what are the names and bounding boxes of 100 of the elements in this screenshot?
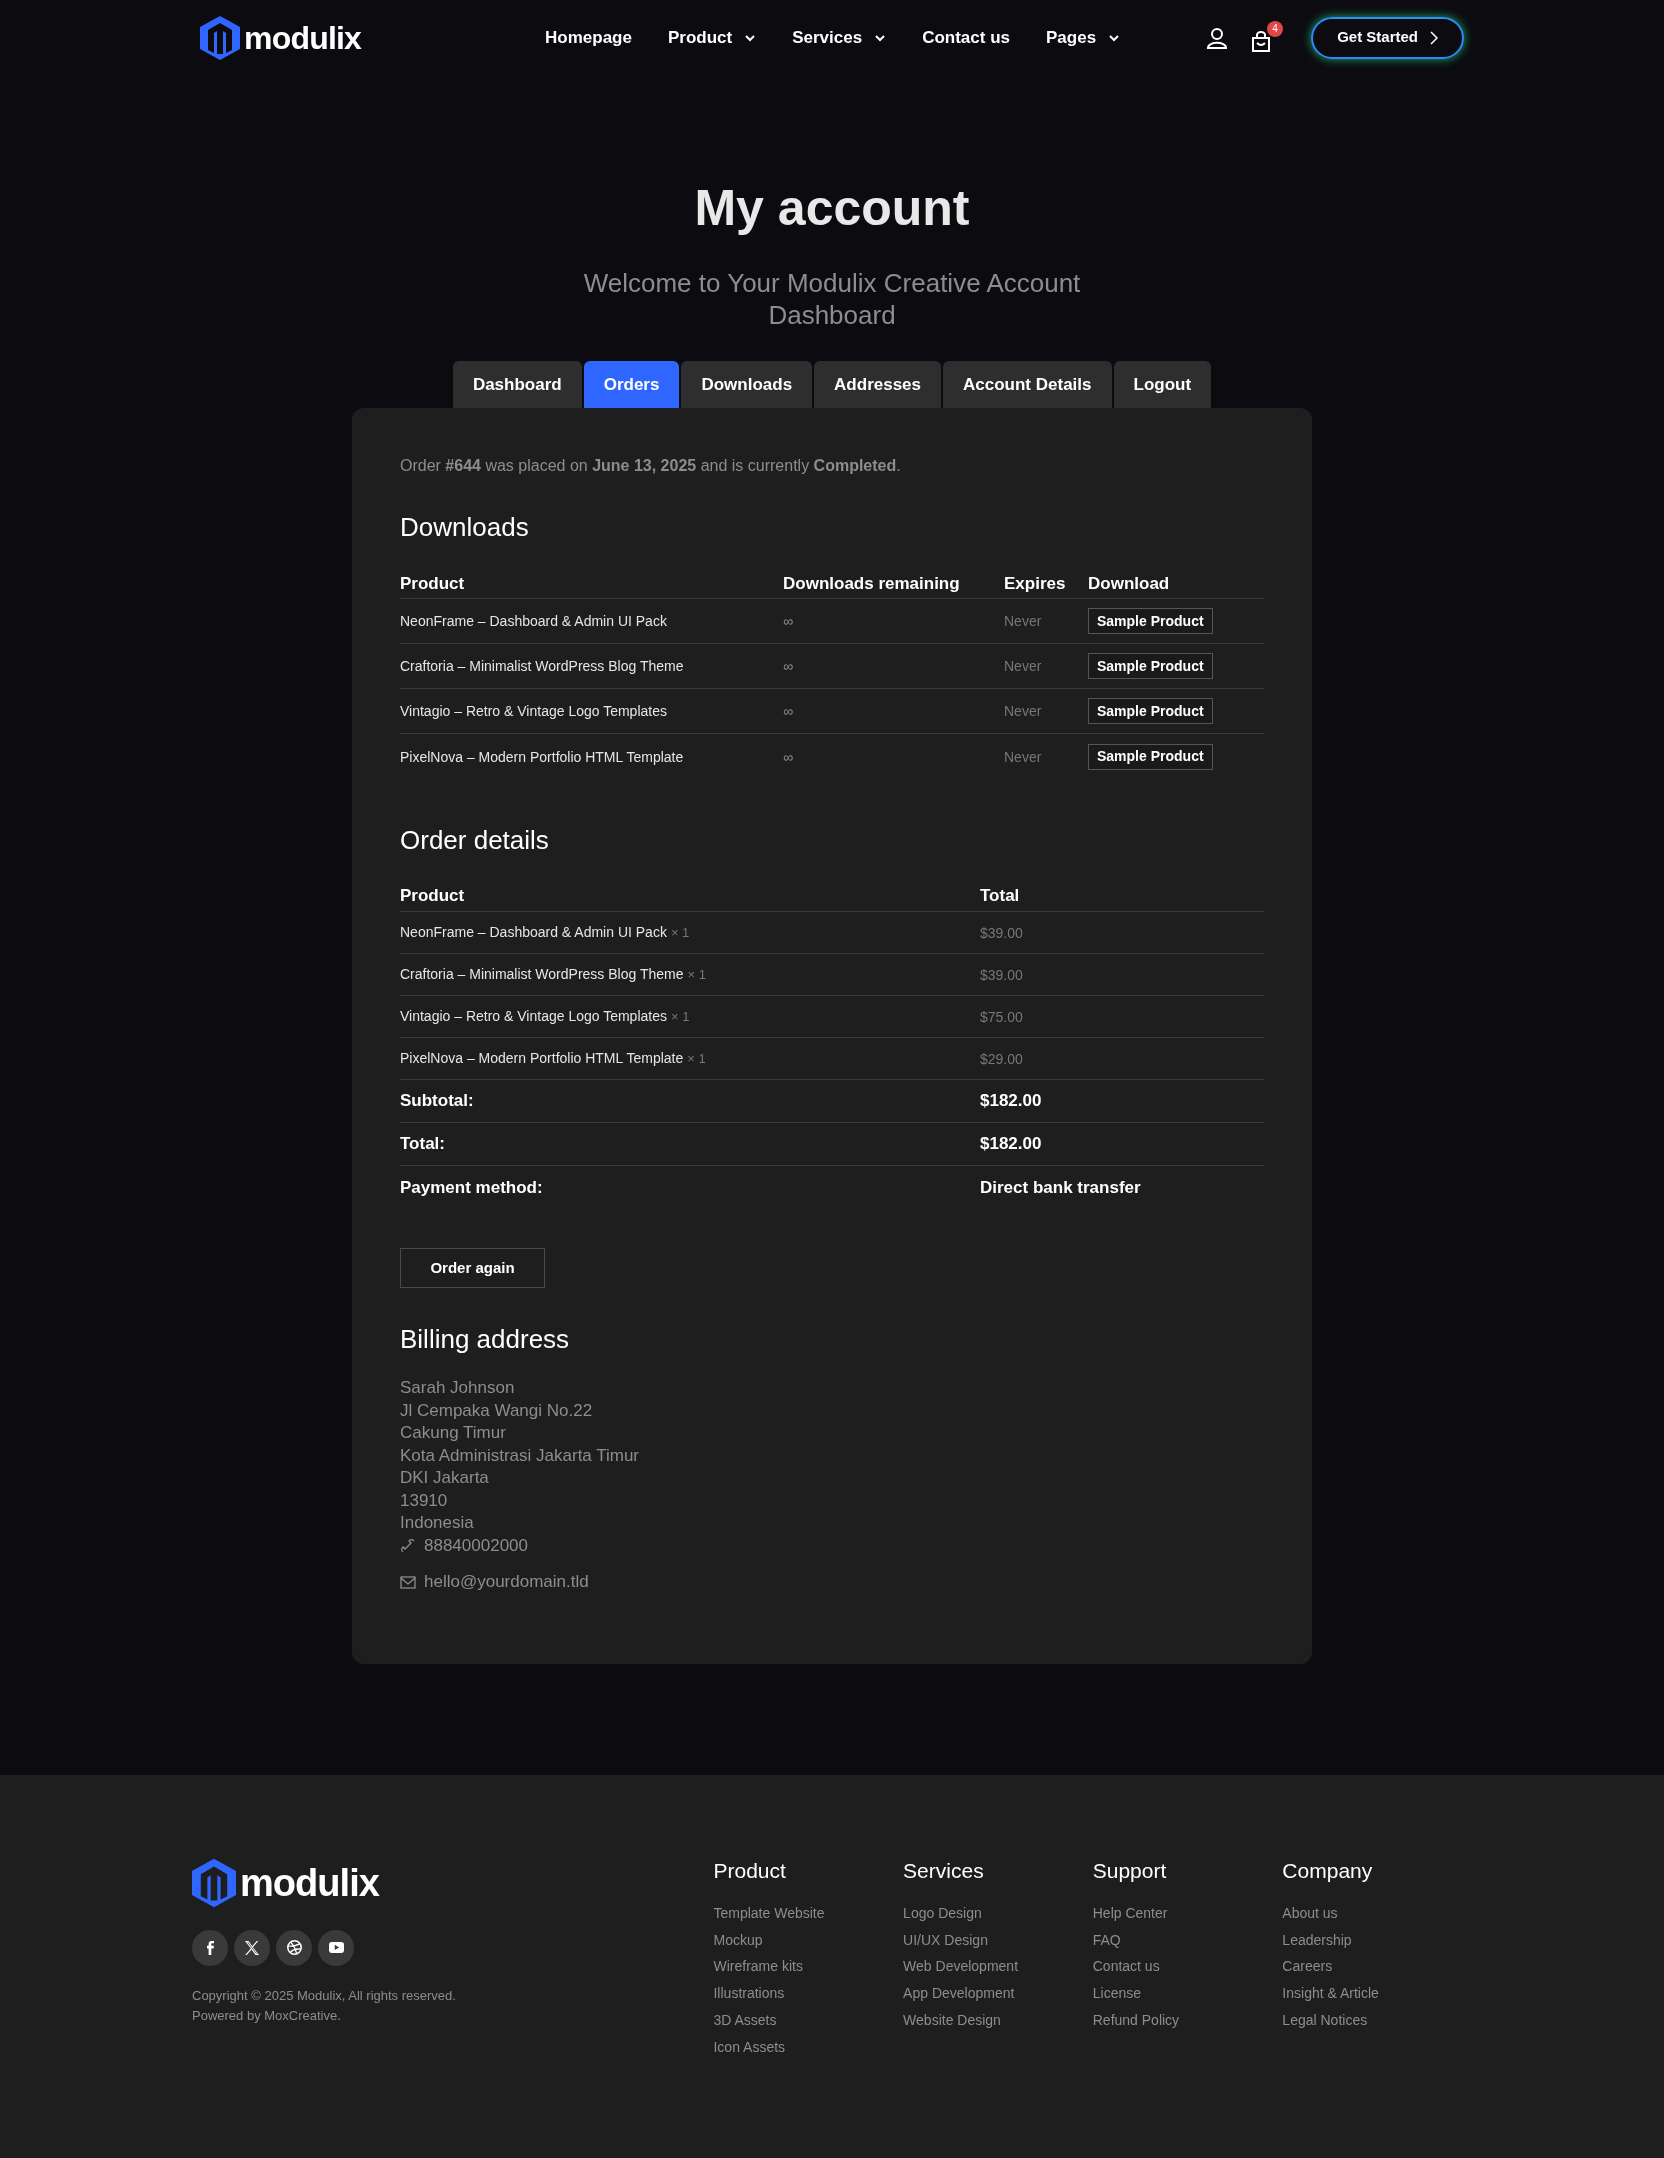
product-name: NeonFrame – Dashboard & Admin UI Pack xyxy=(400,923,667,942)
download-button[interactable]: Sample Product xyxy=(1088,743,1213,770)
youtube-icon xyxy=(328,1942,344,1953)
download-button[interactable]: Sample Product xyxy=(1088,698,1213,724)
nav-link[interactable]: Homepage xyxy=(545,24,632,51)
nav-link[interactable]: Pages xyxy=(1046,24,1121,51)
footer-link[interactable]: Wireframe kits xyxy=(713,1953,904,1981)
column-header: Expires xyxy=(1004,573,1066,593)
footer-link[interactable]: Logo Design xyxy=(903,1900,1093,1927)
summary-label: Subtotal: xyxy=(400,1091,474,1111)
address-line: Cakung Timur xyxy=(400,1422,507,1444)
address-line: Sarah Johnson xyxy=(400,1377,516,1399)
footer-link[interactable]: Web Development xyxy=(903,1953,1093,1981)
footer-link[interactable]: Illustrations xyxy=(713,1980,904,2007)
cart-button[interactable]: 4 xyxy=(1249,20,1284,55)
get-started-button[interactable]: Get Started xyxy=(1311,16,1464,59)
footer-link[interactable]: About us xyxy=(1282,1900,1472,1927)
account-tab[interactable]: Account Details xyxy=(943,361,1112,408)
chevron-right-icon xyxy=(1430,30,1438,45)
footer-link[interactable]: Insight & Article xyxy=(1282,1980,1472,2007)
product-name: Craftoria – Minimalist WordPress Blog Theme xyxy=(400,965,684,984)
order-summary-text: Order #644 was placed on June 13, 2025 and is currently Completed. xyxy=(400,456,902,476)
address-line: DKI Jakarta xyxy=(400,1467,490,1489)
nav-link[interactable]: Services xyxy=(792,24,887,51)
footer-heading: Support xyxy=(1092,1857,1168,1884)
page-title: My account xyxy=(694,183,970,233)
user-button[interactable] xyxy=(1205,25,1230,50)
facebook-icon xyxy=(206,1940,214,1955)
section-heading: Order details xyxy=(400,824,550,857)
product-name: PixelNova – Modern Portfolio HTML Template xyxy=(400,1049,684,1068)
line-total: $75.00 xyxy=(980,1008,1023,1025)
footer-link[interactable]: Help Center xyxy=(1092,1900,1283,1927)
summary-label: Payment method: xyxy=(400,1177,543,1197)
footer-link[interactable]: Mockup xyxy=(713,1926,904,1954)
column-header: Download xyxy=(1088,573,1170,593)
account-tab[interactable]: Orders xyxy=(583,361,680,408)
copyright-text: Copyright © 2025 Modulix, All rights reserved. xyxy=(192,1986,457,2005)
account-tab[interactable]: Addresses xyxy=(814,361,942,408)
powered-by-text: Powered by MoxCreative. xyxy=(192,2006,342,2025)
summary-value: $182.00 xyxy=(980,1134,1042,1154)
column-header: Downloads remaining xyxy=(783,573,960,593)
logo-text: modulix xyxy=(240,1860,380,1906)
footer-link[interactable]: Template Website xyxy=(713,1900,904,1927)
chevron-down-icon xyxy=(744,33,757,42)
product-name: Vintagio – Retro & Vintage Logo Templates xyxy=(400,703,667,719)
logo-text: modulix xyxy=(244,18,362,58)
column-header: Product xyxy=(400,885,465,905)
footer-link[interactable]: 3D Assets xyxy=(713,2006,904,2034)
logo-icon xyxy=(200,15,240,60)
shopping-bag-icon xyxy=(1250,30,1273,53)
order-again-button[interactable]: Order again xyxy=(400,1248,545,1288)
cart-count-badge: 4 xyxy=(1267,20,1284,37)
line-total: $39.00 xyxy=(980,924,1023,941)
footer-link[interactable]: Refund Policy xyxy=(1092,2006,1283,2034)
logo-icon xyxy=(192,1858,236,1908)
summary-value: $182.00 xyxy=(980,1091,1042,1111)
mail-icon xyxy=(400,1575,416,1590)
footer-link[interactable]: License xyxy=(1092,1980,1283,2007)
footer-link[interactable]: Website Design xyxy=(903,2006,1093,2034)
nav-link[interactable]: Contact us xyxy=(922,24,1010,51)
footer-link[interactable]: FAQ xyxy=(1092,1926,1283,1954)
line-total: $29.00 xyxy=(980,1050,1023,1067)
footer-link[interactable]: Careers xyxy=(1282,1953,1472,1981)
section-heading: Downloads xyxy=(400,511,530,544)
account-tab[interactable]: Logout xyxy=(1113,361,1212,408)
footer-link[interactable]: Contact us xyxy=(1092,1953,1283,1981)
chevron-down-icon xyxy=(1108,33,1121,42)
social-link[interactable] xyxy=(276,1929,312,1966)
product-name: Vintagio – Retro & Vintage Logo Templates xyxy=(400,1007,667,1026)
page-subtitle: Welcome to Your Modulix Creative Account Dashboard xyxy=(582,267,1082,331)
summary-value: Direct bank transfer xyxy=(980,1177,1141,1197)
download-button[interactable]: Sample Product xyxy=(1088,653,1213,679)
address-line: 13910 xyxy=(400,1489,449,1512)
download-button[interactable]: Sample Product xyxy=(1088,608,1213,634)
social-link[interactable] xyxy=(318,1929,354,1966)
footer-link[interactable]: Legal Notices xyxy=(1282,2006,1472,2034)
summary-label: Total: xyxy=(400,1134,445,1154)
social-link[interactable] xyxy=(234,1929,270,1966)
product-name: NeonFrame – Dashboard & Admin UI Pack xyxy=(400,613,667,629)
footer-link[interactable]: Icon Assets xyxy=(713,2033,904,2061)
email-address: hello@yourdomain.tld xyxy=(424,1571,589,1593)
account-tab[interactable]: Downloads xyxy=(681,361,813,408)
downloads-remaining: ∞ xyxy=(783,703,793,719)
address-line: Jl Cempaka Wangi No.22 xyxy=(400,1399,594,1422)
footer-link[interactable]: UI/UX Design xyxy=(903,1926,1093,1954)
expiry-date: Never xyxy=(1004,703,1042,719)
footer-heading: Company xyxy=(1282,1857,1374,1884)
nav-link[interactable]: Product xyxy=(667,24,757,51)
social-link[interactable] xyxy=(192,1929,228,1966)
product-name: Craftoria – Minimalist WordPress Blog Theme xyxy=(400,658,684,674)
footer-link[interactable]: Leadership xyxy=(1282,1926,1472,1954)
footer-heading: Product xyxy=(713,1857,787,1884)
footer-heading: Services xyxy=(903,1857,985,1884)
account-tab[interactable]: Dashboard xyxy=(452,361,582,408)
address-line: Kota Administrasi Jakarta Timur xyxy=(400,1444,641,1467)
footer-link[interactable]: App Development xyxy=(903,1980,1093,2007)
chevron-down-icon xyxy=(874,33,887,42)
phone-number: 88840002000 xyxy=(424,1534,528,1557)
downloads-remaining: ∞ xyxy=(783,613,793,629)
column-header: Product xyxy=(400,573,465,593)
